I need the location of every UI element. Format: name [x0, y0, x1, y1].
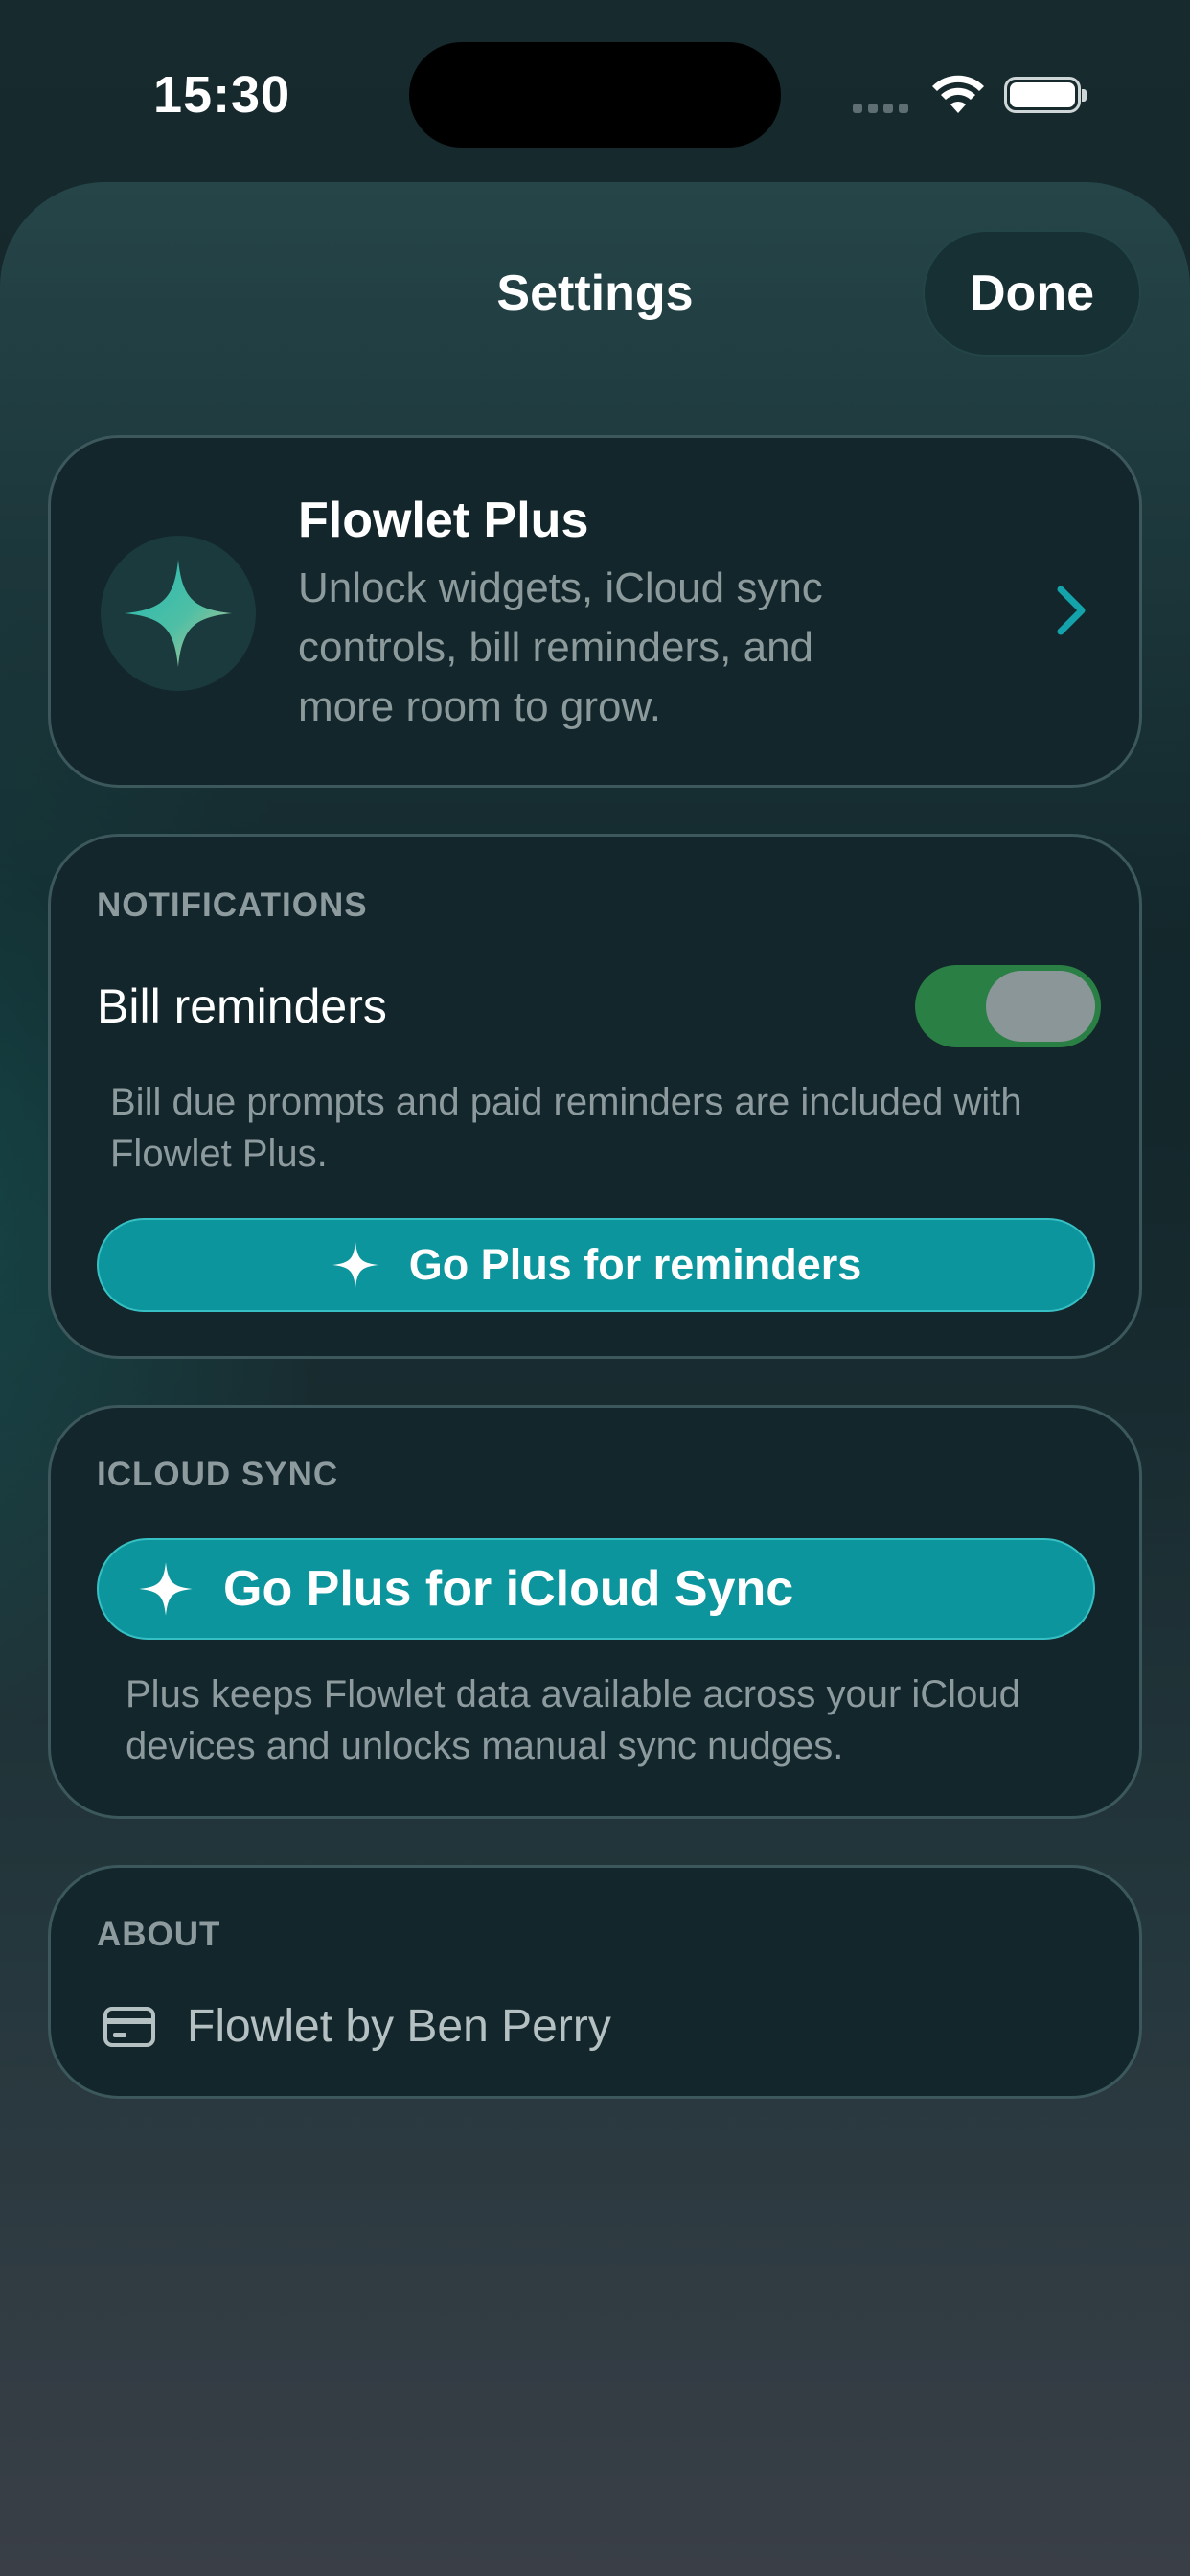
section-header-about: ABOUT	[97, 1916, 221, 1953]
dynamic-island	[409, 42, 781, 148]
battery-icon	[1004, 77, 1087, 113]
status-bar: 15:30	[0, 0, 1190, 182]
sparkle-icon	[125, 560, 232, 667]
section-header-notifications: NOTIFICATIONS	[97, 886, 368, 924]
sparkle-icon	[139, 1562, 193, 1616]
sparkle-icon	[332, 1242, 378, 1288]
reminders-footnote: Bill due prompts and paid reminders are …	[110, 1081, 1022, 1175]
go-plus-icloud-button[interactable]: Go Plus for iCloud Sync	[97, 1538, 1095, 1640]
cellular-signal-icon	[853, 104, 908, 113]
notifications-card: NOTIFICATIONS Bill reminders Bill due pr…	[48, 834, 1142, 1359]
section-header-icloud-sync: ICLOUD SYNC	[97, 1456, 339, 1493]
bill-reminders-label: Bill reminders	[97, 979, 387, 1033]
bill-reminders-toggle[interactable]	[915, 965, 1101, 1047]
plus-description: Unlock widgets, iCloud sync controls, bi…	[298, 564, 823, 730]
about-text: Flowlet by Ben Perry	[187, 2001, 611, 2052]
icloud-sync-card: ICLOUD SYNC Go Plus for iCloud Sync Plus…	[48, 1405, 1142, 1819]
about-row: Flowlet by Ben Perry	[103, 2000, 611, 2053]
icloud-footnote: Plus keeps Flowlet data available across…	[126, 1673, 1020, 1767]
done-button[interactable]: Done	[923, 230, 1141, 356]
creditcard-icon	[103, 2006, 155, 2047]
about-card: ABOUT Flowlet by Ben Perry	[48, 1865, 1142, 2099]
flowlet-plus-card[interactable]: Flowlet Plus Unlock widgets, iCloud sync…	[48, 435, 1142, 788]
toggle-knob	[986, 971, 1095, 1042]
plus-title: Flowlet Plus	[298, 493, 589, 548]
plus-badge	[101, 536, 256, 691]
go-plus-reminders-button[interactable]: Go Plus for reminders	[97, 1218, 1095, 1312]
wifi-icon	[932, 75, 984, 113]
go-plus-icloud-label: Go Plus for iCloud Sync	[223, 1561, 794, 1617]
go-plus-reminders-label: Go Plus for reminders	[408, 1240, 862, 1289]
chevron-right-icon	[1057, 586, 1086, 635]
status-time: 15:30	[153, 66, 291, 124]
